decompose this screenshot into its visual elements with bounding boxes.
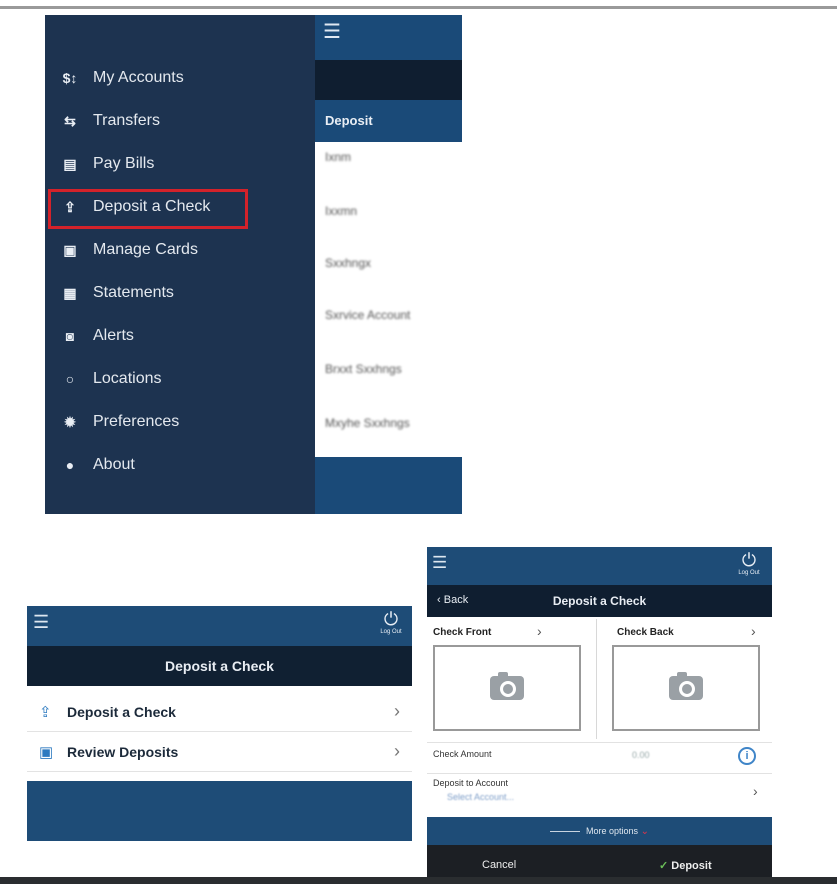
bottom-divider: [0, 877, 837, 884]
account-item[interactable]: Sxxhngx: [325, 256, 371, 272]
menu-item-label: Pay Bills: [93, 155, 155, 172]
chevron-right-icon: ›: [394, 741, 400, 761]
footer-bar: [27, 781, 412, 841]
account-item[interactable]: Sxrvice Account: [325, 308, 410, 324]
cancel-button[interactable]: Cancel: [482, 859, 516, 871]
menu-item-label: Locations: [93, 370, 162, 387]
menu-item-label: My Accounts: [93, 69, 184, 86]
chevron-right-icon[interactable]: ›: [753, 783, 758, 799]
hamburger-icon[interactable]: ☰: [323, 22, 345, 42]
deposit-check-icon: ⇪: [39, 703, 52, 721]
chevron-down-icon: ⌄: [640, 826, 649, 837]
menu-item-my-accounts[interactable]: $↕ My Accounts: [45, 60, 315, 96]
check-amount-input[interactable]: 0.00: [632, 750, 650, 760]
chevron-right-icon: ›: [394, 701, 400, 721]
menu-item-preferences[interactable]: ✹ Preferences: [45, 404, 315, 440]
account-select[interactable]: Select Account...: [447, 792, 514, 802]
row-label: Review Deposits: [67, 743, 179, 760]
check-front-label: Check Front: [433, 627, 492, 638]
page-title: Deposit a Check: [27, 646, 412, 686]
back-label: Back: [443, 594, 469, 606]
check-back-capture[interactable]: [612, 645, 760, 731]
menu-item-manage-cards[interactable]: ▣ Manage Cards: [45, 232, 315, 268]
account-item[interactable]: Ixxmn: [325, 204, 357, 220]
review-deposits-row[interactable]: ▣ Review Deposits ›: [27, 732, 412, 772]
deposit-to-account-label: Deposit to Account: [433, 778, 509, 788]
page-title: Deposit a Check: [552, 594, 647, 608]
menu-item-label: Transfers: [93, 112, 160, 129]
hamburger-icon[interactable]: ☰: [33, 612, 49, 633]
logout-button[interactable]: ⏻ Log Out: [375, 610, 407, 635]
check-front-capture[interactable]: [433, 645, 581, 731]
divider-line: [550, 831, 581, 833]
account-item[interactable]: Mxyhe Sxxhngs: [325, 416, 410, 432]
highlight-box: [48, 189, 248, 229]
info-icon[interactable]: i: [738, 747, 756, 765]
account-item[interactable]: Brxxt Sxxhngs: [325, 362, 402, 378]
deposit-check-row[interactable]: ⇪ Deposit a Check ›: [27, 692, 412, 732]
chevron-right-icon[interactable]: ›: [751, 623, 756, 639]
menu-item-about[interactable]: ● About: [45, 447, 315, 483]
divider: [427, 742, 772, 743]
deposit-button[interactable]: ✓ Deposit: [659, 859, 712, 872]
account-panel: Deposit Ixnm Ixxmn Sxxhngx Sxrvice Accou…: [315, 100, 462, 457]
hamburger-icon[interactable]: ☰: [432, 553, 447, 573]
side-menu-screen: ☰ $↕ My Accounts ⇆ Transfers ▤ Pay Bills…: [45, 15, 462, 514]
bills-icon: ▤: [63, 155, 77, 172]
power-icon: ⏻: [383, 609, 399, 629]
deposit-menu-screen: ☰ ⏻ Log Out Deposit a Check ⇪ Deposit a …: [27, 606, 412, 841]
menu-item-statements[interactable]: ▦ Statements: [45, 275, 315, 311]
back-button[interactable]: ‹ Back: [437, 594, 468, 606]
locations-icon: ○: [65, 371, 75, 387]
panel-title: Deposit: [315, 100, 462, 142]
check-icon: ✓: [659, 860, 672, 872]
info-icon: ●: [65, 457, 75, 473]
gear-icon: ✹: [64, 413, 76, 430]
top-divider: [0, 6, 837, 9]
menu-item-label: Statements: [93, 284, 174, 301]
panel-footer: [315, 457, 462, 514]
deposit-form-screen: ☰ ⏻ Log Out Deposit a Check ‹ Back Check…: [427, 547, 772, 884]
check-amount-label: Check Amount: [433, 749, 492, 759]
header-bar: [427, 547, 772, 585]
menu-item-label: Preferences: [93, 413, 180, 430]
menu-item-label: Manage Cards: [93, 241, 198, 258]
logout-label: Log Out: [380, 629, 402, 635]
menu-item-pay-bills[interactable]: ▤ Pay Bills: [45, 146, 315, 182]
statements-icon: ▦: [63, 284, 77, 301]
logout-label: Log Out: [738, 570, 760, 576]
more-options-button[interactable]: More options ⌄: [427, 817, 772, 845]
logout-button[interactable]: ⏻ Log Out: [732, 551, 766, 576]
check-back-label: Check Back: [617, 627, 674, 638]
camera-icon: [669, 672, 703, 700]
more-options-label: More options: [586, 826, 639, 836]
deposit-label: Deposit: [671, 860, 712, 872]
menu-item-transfers[interactable]: ⇆ Transfers: [45, 103, 315, 139]
accounts-icon: $↕: [62, 70, 78, 86]
chevron-left-icon: ‹: [437, 594, 444, 606]
menu-item-alerts[interactable]: ◙ Alerts: [45, 318, 315, 354]
cards-icon: ▣: [63, 241, 77, 258]
transfers-icon: ⇆: [64, 112, 76, 129]
review-deposits-icon: ▣: [39, 743, 54, 761]
power-icon: ⏻: [741, 550, 757, 570]
menu-item-locations[interactable]: ○ Locations: [45, 361, 315, 397]
alerts-icon: ◙: [65, 328, 75, 344]
chevron-right-icon[interactable]: ›: [537, 623, 542, 639]
account-item[interactable]: Ixnm: [325, 150, 351, 166]
row-label: Deposit a Check: [67, 703, 176, 720]
menu-item-label: Alerts: [93, 327, 134, 344]
column-divider: [596, 619, 597, 739]
header-bar: [27, 606, 412, 646]
camera-icon: [490, 672, 524, 700]
divider: [427, 773, 772, 774]
nav-bar: Deposit a Check ‹ Back: [427, 585, 772, 617]
menu-item-label: About: [93, 456, 135, 473]
